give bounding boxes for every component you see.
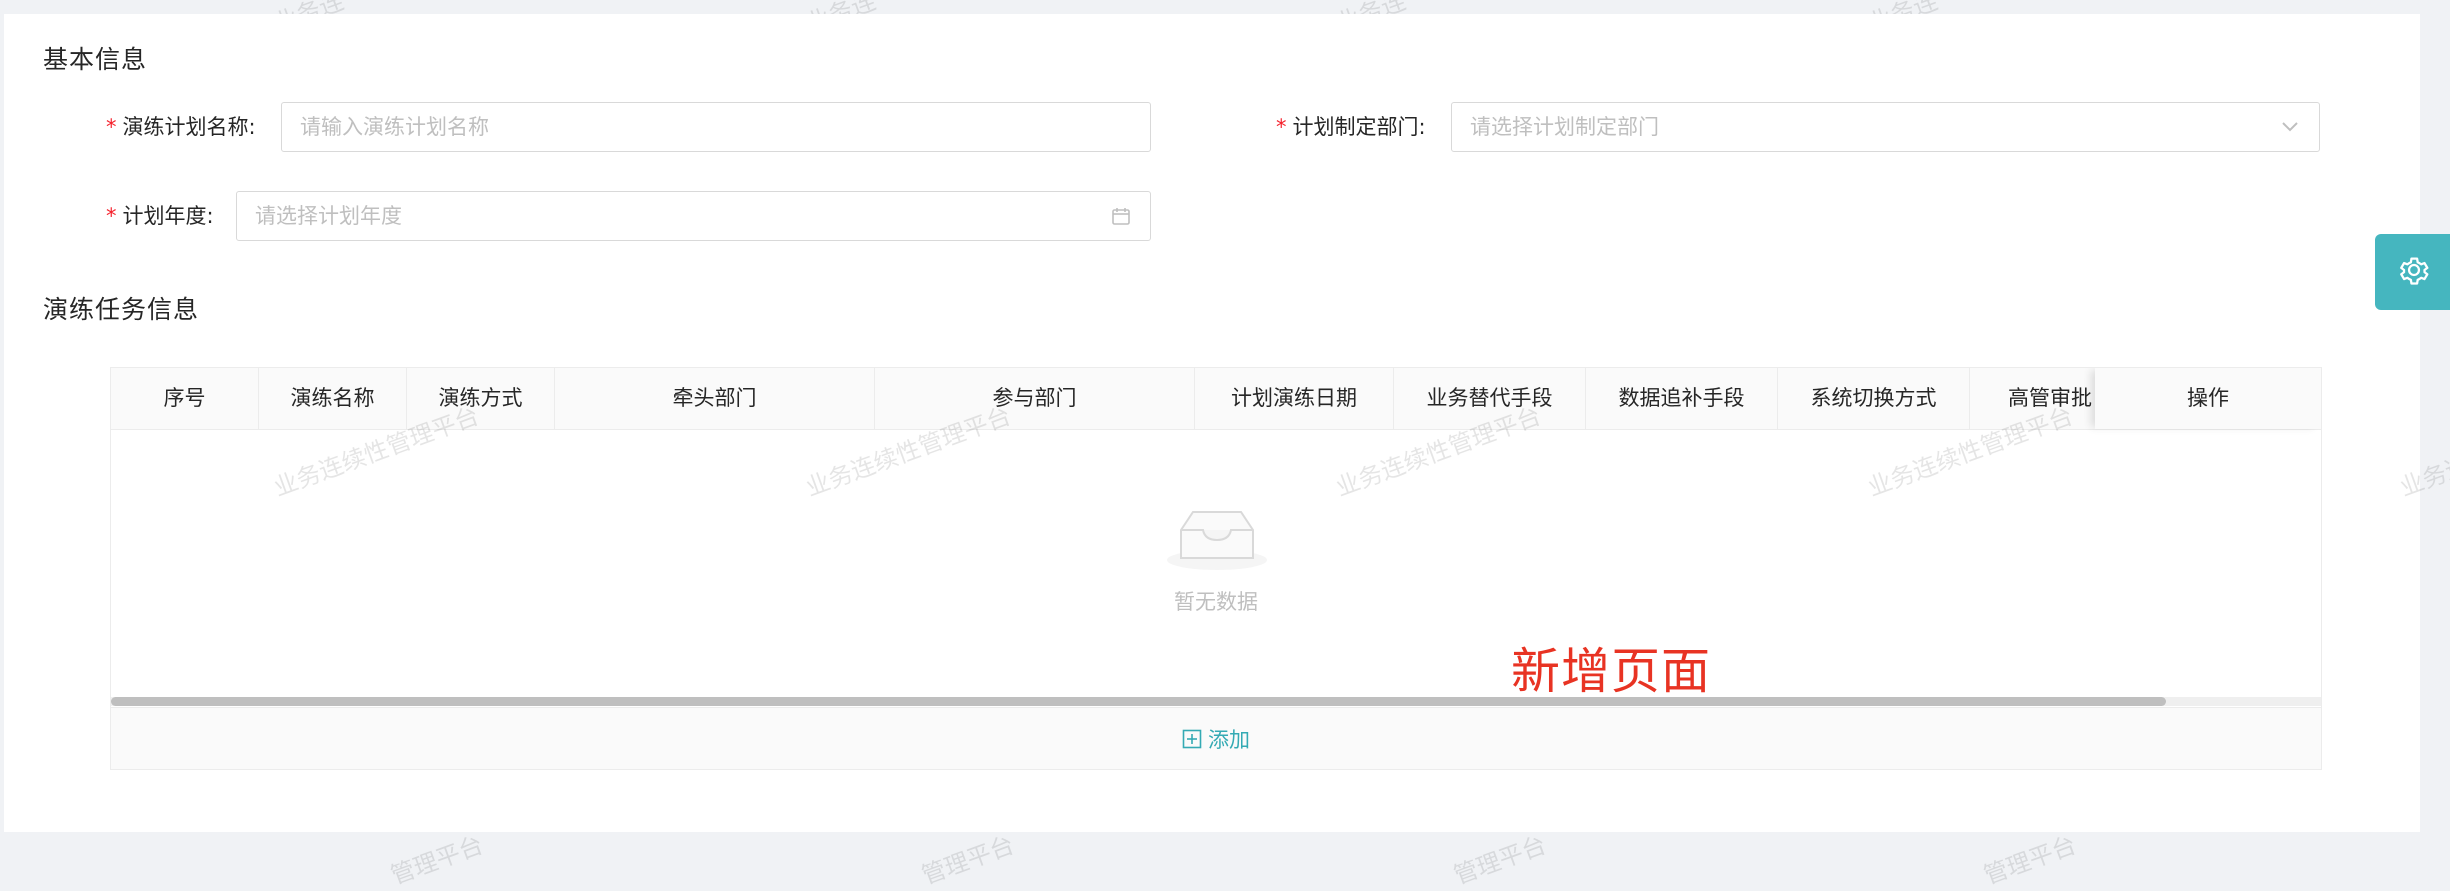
plan-name-label-text: 演练计划名称: <box>122 115 256 139</box>
section-title-basic-info: 基本信息 <box>43 45 148 74</box>
department-placeholder: 请选择计划制定部门 <box>1470 115 1659 139</box>
annotation-label: 新增页面 <box>1511 643 1712 700</box>
required-mark: * <box>106 115 117 139</box>
table-header: 序号 演练名称 演练方式 牵头部门 参与部门 计划演练日期 业务替代手段 数据追… <box>111 368 2321 430</box>
scrollbar-thumb[interactable] <box>111 697 2166 706</box>
column-header-planned-date: 计划演练日期 <box>1195 368 1394 429</box>
year-placeholder: 请选择计划年度 <box>255 204 402 228</box>
calendar-icon <box>1110 192 1132 240</box>
column-header-index: 序号 <box>111 368 259 429</box>
task-table: 序号 演练名称 演练方式 牵头部门 参与部门 计划演练日期 业务替代手段 数据追… <box>110 367 2322 770</box>
column-header-system-switch: 系统切换方式 <box>1778 368 1970 429</box>
watermark-text: 管理平台 <box>1980 830 2080 890</box>
plan-name-placeholder: 请输入演练计划名称 <box>300 115 489 139</box>
section-title-task-info: 演练任务信息 <box>43 295 200 324</box>
department-label: * 计划制定部门: <box>1276 102 1426 152</box>
horizontal-scrollbar[interactable] <box>111 697 2321 706</box>
department-label-text: 计划制定部门: <box>1292 115 1426 139</box>
add-button-label: 添加 <box>1208 728 1250 752</box>
column-header-actions: 操作 <box>2095 368 2321 429</box>
required-mark: * <box>1276 115 1287 139</box>
empty-state: 暂无数据 <box>111 430 2321 700</box>
watermark-text: 管理平台 <box>918 830 1018 890</box>
chevron-down-icon <box>2279 103 2301 151</box>
inbox-icon <box>1167 506 1267 574</box>
gear-icon <box>2397 253 2431 291</box>
column-header-lead-department: 牵头部门 <box>555 368 875 429</box>
year-label: * 计划年度: <box>106 191 214 241</box>
plan-name-label: * 演练计划名称: <box>106 102 256 152</box>
watermark-text: 管理平台 <box>387 830 487 890</box>
form-card: 基本信息 * 演练计划名称: 请输入演练计划名称 * 计划制定部门: 请选择计划制定… <box>4 14 2420 832</box>
plan-name-input[interactable]: 请输入演练计划名称 <box>281 102 1151 152</box>
settings-button[interactable] <box>2375 234 2450 310</box>
plus-square-icon <box>1182 729 1202 749</box>
watermark-text: 管理平台 <box>1450 830 1550 890</box>
column-header-drill-method: 演练方式 <box>407 368 555 429</box>
empty-text: 暂无数据 <box>1174 590 1258 614</box>
year-label-text: 计划年度: <box>122 204 214 228</box>
add-button[interactable]: 添加 <box>111 708 2321 769</box>
column-header-participating-departments: 参与部门 <box>875 368 1195 429</box>
year-picker[interactable]: 请选择计划年度 <box>236 191 1151 241</box>
column-header-business-substitute: 业务替代手段 <box>1394 368 1586 429</box>
column-header-data-recovery: 数据追补手段 <box>1586 368 1778 429</box>
add-row: 添加 <box>111 707 2321 769</box>
department-select[interactable]: 请选择计划制定部门 <box>1451 102 2320 152</box>
column-header-drill-name: 演练名称 <box>259 368 407 429</box>
required-mark: * <box>106 204 117 228</box>
